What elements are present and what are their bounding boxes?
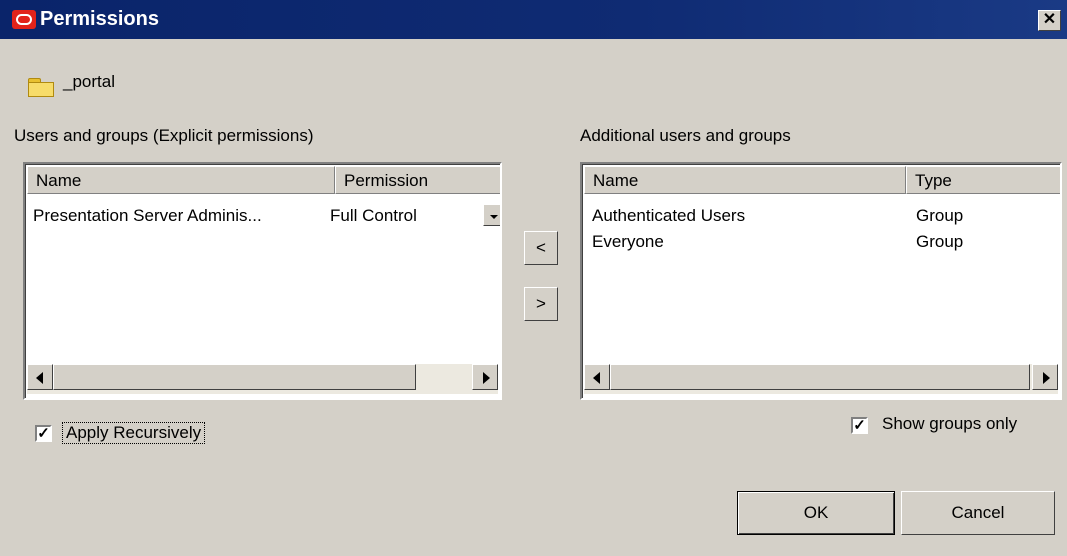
permission-cell[interactable]: Full Control — [330, 206, 417, 226]
dropdown-arrow-icon — [490, 215, 498, 219]
scroll-thumb[interactable] — [610, 364, 1030, 390]
type-cell[interactable]: Group — [916, 206, 963, 226]
folder-icon — [28, 78, 54, 97]
scroll-right-button[interactable] — [472, 364, 498, 390]
column-header-name[interactable]: Name — [27, 166, 335, 194]
scroll-left-button[interactable] — [584, 364, 610, 390]
title-bar: Permissions ✕ — [0, 0, 1067, 39]
scroll-thumb[interactable] — [53, 364, 416, 390]
user-name-cell[interactable]: Authenticated Users — [592, 206, 745, 226]
show-groups-only-checkbox[interactable]: ✓ — [851, 417, 868, 434]
show-groups-only-label[interactable]: Show groups only — [882, 414, 1017, 434]
move-right-button[interactable]: > — [524, 287, 558, 321]
close-button[interactable]: ✕ — [1038, 10, 1061, 31]
cancel-button[interactable]: Cancel — [901, 491, 1055, 535]
window-title: Permissions — [40, 8, 159, 30]
type-cell[interactable]: Group — [916, 232, 963, 252]
apply-recursively-checkbox[interactable]: ✓ — [35, 425, 52, 442]
column-header-permission[interactable]: Permission — [335, 166, 500, 194]
apply-recursively-label[interactable]: Apply Recursively — [62, 422, 206, 444]
arrow-right-icon — [1043, 372, 1050, 384]
arrow-right-icon — [483, 372, 490, 384]
users-groups-label: Users and groups (Explicit permissions) — [14, 126, 314, 145]
arrow-left-icon — [593, 372, 600, 384]
additional-users-label: Additional users and groups — [580, 126, 791, 145]
left-horizontal-scrollbar[interactable] — [27, 364, 498, 394]
move-left-button[interactable]: < — [524, 231, 558, 265]
additional-users-list[interactable]: Name Type Authenticated Users Group Ever… — [580, 162, 1062, 400]
users-groups-list[interactable]: Name Permission Presentation Server Admi… — [23, 162, 502, 400]
ok-button[interactable]: OK — [737, 491, 895, 535]
scroll-left-button[interactable] — [27, 364, 53, 390]
user-name-cell[interactable]: Presentation Server Adminis... — [33, 206, 262, 226]
user-name-cell[interactable]: Everyone — [592, 232, 664, 252]
permission-dropdown-button[interactable] — [483, 204, 500, 226]
arrow-left-icon — [36, 372, 43, 384]
column-header-name[interactable]: Name — [584, 166, 906, 194]
oracle-logo-icon — [12, 10, 36, 29]
folder-name: _portal — [63, 72, 115, 91]
scroll-right-button[interactable] — [1032, 364, 1058, 390]
right-horizontal-scrollbar[interactable] — [584, 364, 1058, 394]
column-header-type[interactable]: Type — [906, 166, 1060, 194]
